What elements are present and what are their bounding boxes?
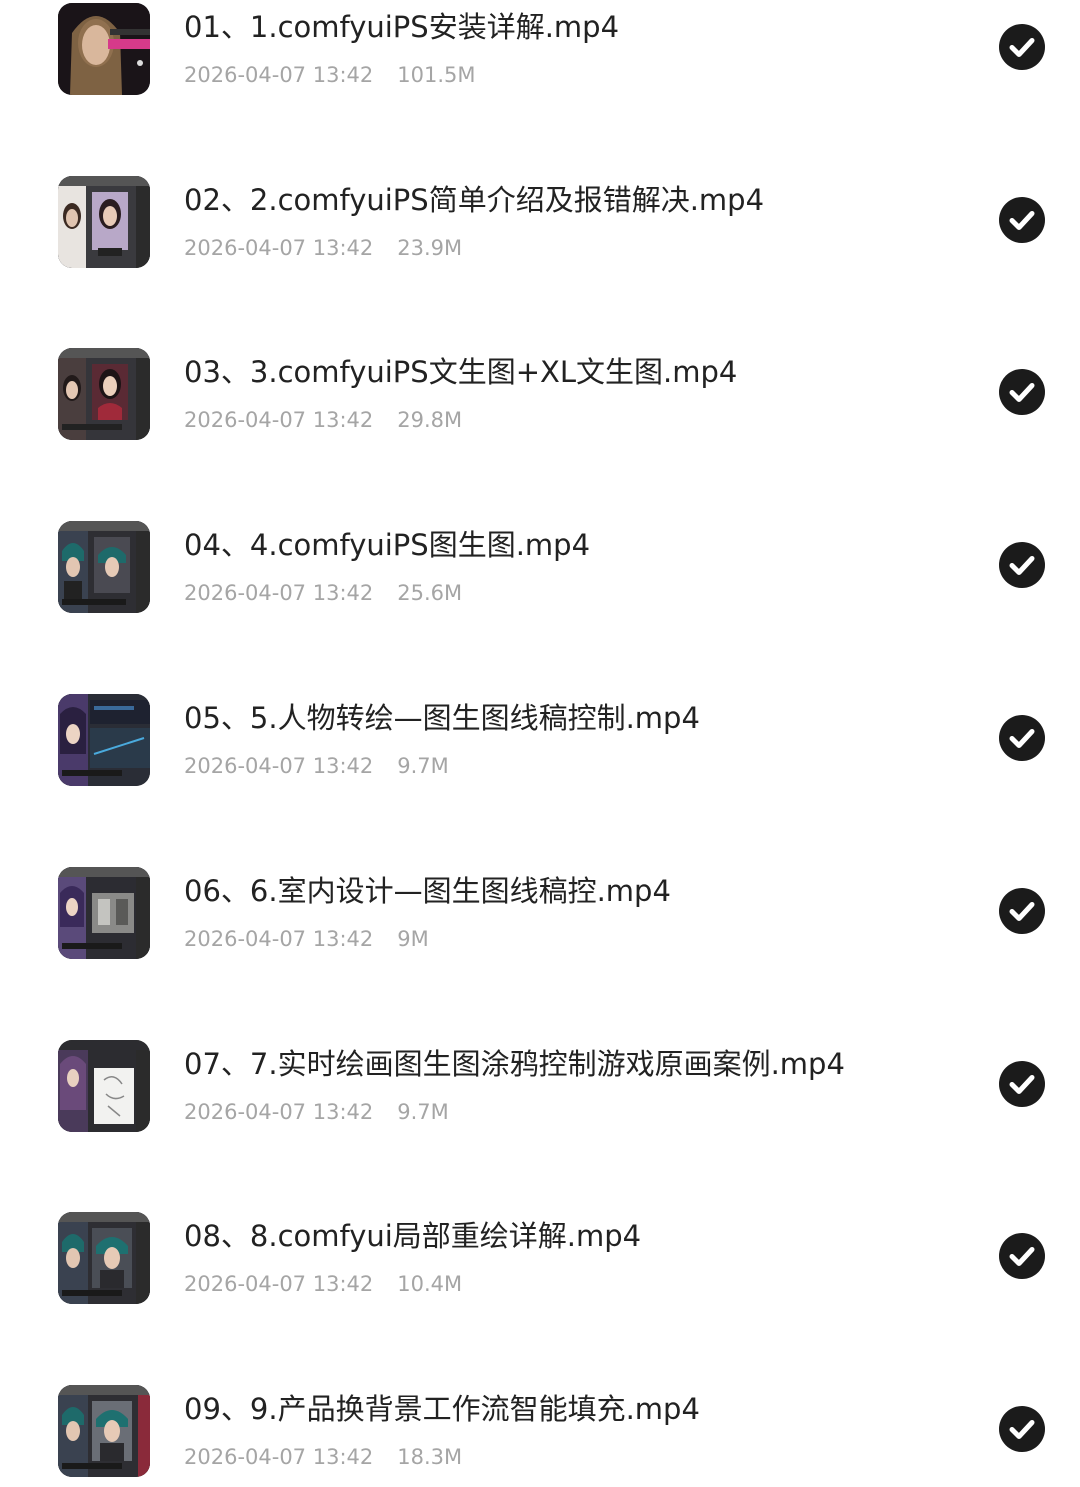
file-date: 2026-04-07 13:42 xyxy=(184,927,374,951)
file-size: 9M xyxy=(397,927,429,951)
file-size: 9.7M xyxy=(397,754,449,778)
file-meta: 2026-04-07 13:42 29.8M xyxy=(184,404,462,436)
file-name: 01、1.comfyuiPS安装详解.mp4 xyxy=(184,10,620,44)
file-name: 04、4.comfyuiPS图生图.mp4 xyxy=(184,528,591,562)
file-row[interactable]: 02、2.comfyuiPS简单介绍及报错解决.mp4 2026-04-07 1… xyxy=(0,176,1080,296)
file-row[interactable]: 06、6.室内设计—图生图线稿控.mp4 2026-04-07 13:42 9M xyxy=(0,867,1080,987)
file-name: 08、8.comfyui局部重绘详解.mp4 xyxy=(184,1219,642,1253)
video-thumbnail xyxy=(58,521,150,613)
file-size: 18.3M xyxy=(397,1445,463,1469)
check-circle-icon[interactable] xyxy=(999,24,1045,70)
file-meta: 2026-04-07 13:42 9M xyxy=(184,923,429,955)
file-size: 101.5M xyxy=(397,63,476,87)
file-name: 03、3.comfyuiPS文生图+XL文生图.mp4 xyxy=(184,355,738,389)
file-row[interactable]: 05、5.人物转绘—图生图线稿控制.mp4 2026-04-07 13:42 9.… xyxy=(0,694,1080,814)
check-circle-icon[interactable] xyxy=(999,1061,1045,1107)
check-circle-icon[interactable] xyxy=(999,1406,1045,1452)
video-thumbnail xyxy=(58,694,150,786)
check-circle-icon[interactable] xyxy=(999,369,1045,415)
file-row[interactable]: 03、3.comfyuiPS文生图+XL文生图.mp4 2026-04-07 1… xyxy=(0,348,1080,468)
file-meta: 2026-04-07 13:42 101.5M xyxy=(184,59,476,91)
file-row[interactable]: 09、9.产品换背景工作流智能填充.mp4 2026-04-07 13:42 18… xyxy=(0,1385,1080,1487)
file-date: 2026-04-07 13:42 xyxy=(184,408,374,432)
file-name: 06、6.室内设计—图生图线稿控.mp4 xyxy=(184,874,671,908)
file-list: 01、1.comfyuiPS安装详解.mp4 2026-04-07 13:42 1… xyxy=(0,0,1080,1487)
video-thumbnail xyxy=(58,176,150,268)
file-name: 07、7.实时绘画图生图涂鸦控制游戏原画案例.mp4 xyxy=(184,1047,845,1081)
file-size: 29.8M xyxy=(397,408,463,432)
file-meta: 2026-04-07 13:42 9.7M xyxy=(184,1096,449,1128)
file-size: 10.4M xyxy=(397,1272,463,1296)
file-row[interactable]: 04、4.comfyuiPS图生图.mp4 2026-04-07 13:42 25… xyxy=(0,521,1080,641)
check-circle-icon[interactable] xyxy=(999,715,1045,761)
file-name: 05、5.人物转绘—图生图线稿控制.mp4 xyxy=(184,701,700,735)
file-meta: 2026-04-07 13:42 9.7M xyxy=(184,750,449,782)
file-date: 2026-04-07 13:42 xyxy=(184,754,374,778)
check-circle-icon[interactable] xyxy=(999,542,1045,588)
file-name: 09、9.产品换背景工作流智能填充.mp4 xyxy=(184,1392,700,1426)
file-row[interactable]: 08、8.comfyui局部重绘详解.mp4 2026-04-07 13:42 1… xyxy=(0,1212,1080,1332)
file-date: 2026-04-07 13:42 xyxy=(184,581,374,605)
file-row[interactable]: 01、1.comfyuiPS安装详解.mp4 2026-04-07 13:42 1… xyxy=(0,3,1080,123)
check-circle-icon[interactable] xyxy=(999,888,1045,934)
file-meta: 2026-04-07 13:42 23.9M xyxy=(184,232,462,264)
video-thumbnail xyxy=(58,1385,150,1477)
video-thumbnail xyxy=(58,348,150,440)
file-meta: 2026-04-07 13:42 10.4M xyxy=(184,1268,462,1300)
file-meta: 2026-04-07 13:42 18.3M xyxy=(184,1441,462,1473)
video-thumbnail xyxy=(58,1212,150,1304)
video-thumbnail xyxy=(58,867,150,959)
file-date: 2026-04-07 13:42 xyxy=(184,63,374,87)
file-size: 23.9M xyxy=(397,236,463,260)
file-date: 2026-04-07 13:42 xyxy=(184,1272,374,1296)
check-circle-icon[interactable] xyxy=(999,197,1045,243)
file-date: 2026-04-07 13:42 xyxy=(184,1445,374,1469)
file-size: 25.6M xyxy=(397,581,463,605)
file-meta: 2026-04-07 13:42 25.6M xyxy=(184,577,462,609)
file-date: 2026-04-07 13:42 xyxy=(184,1100,374,1124)
file-date: 2026-04-07 13:42 xyxy=(184,236,374,260)
file-name: 02、2.comfyuiPS简单介绍及报错解决.mp4 xyxy=(184,183,765,217)
video-thumbnail xyxy=(58,1040,150,1132)
file-row[interactable]: 07、7.实时绘画图生图涂鸦控制游戏原画案例.mp4 2026-04-07 13… xyxy=(0,1040,1080,1160)
file-size: 9.7M xyxy=(397,1100,449,1124)
video-thumbnail xyxy=(58,3,150,95)
check-circle-icon[interactable] xyxy=(999,1233,1045,1279)
